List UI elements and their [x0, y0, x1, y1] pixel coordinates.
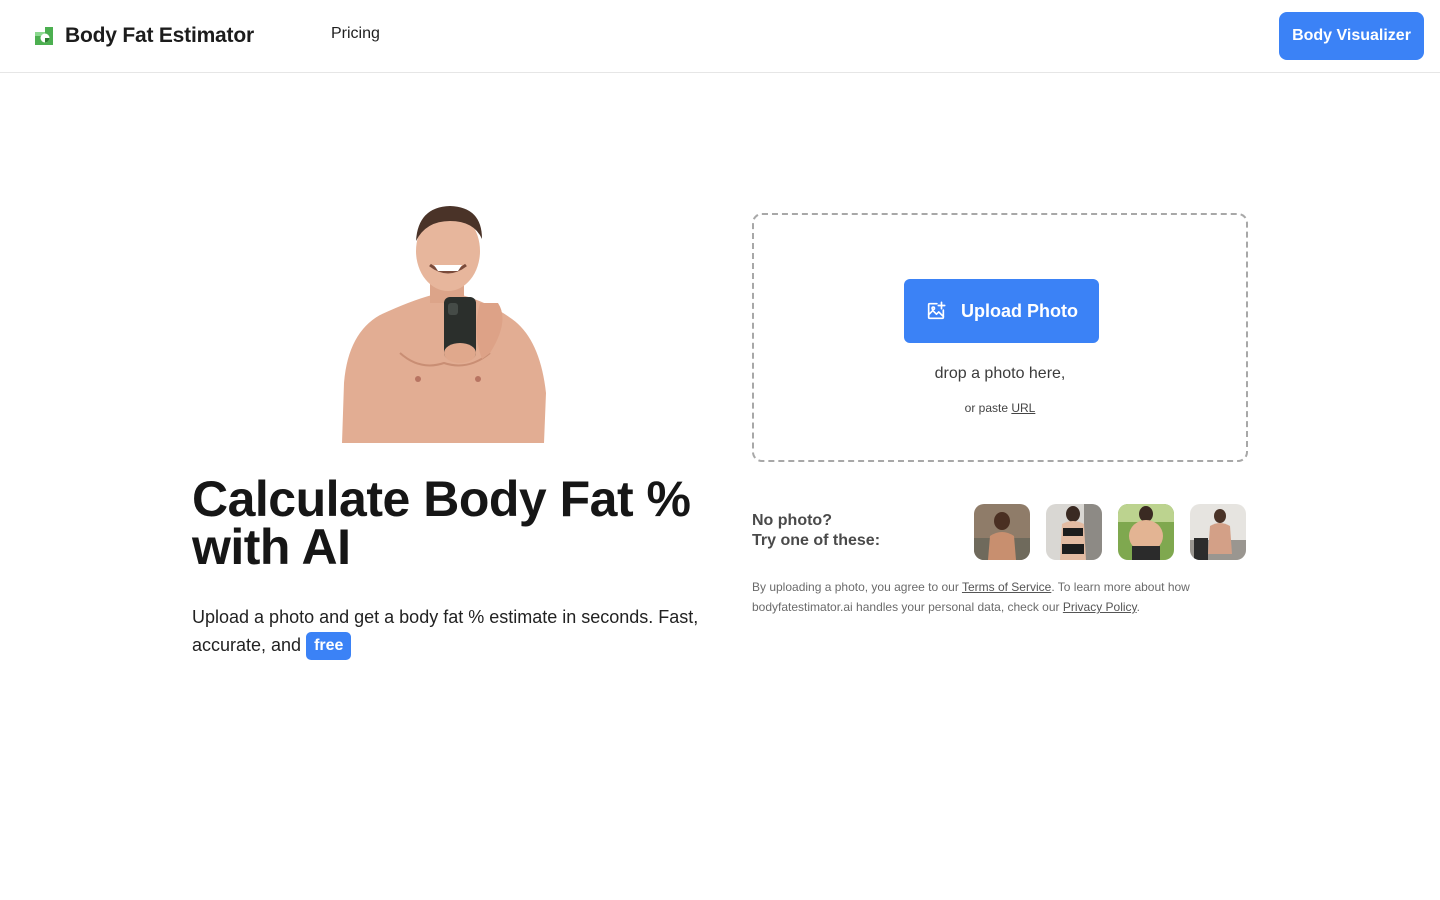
- sample-photo-1-image: [974, 504, 1030, 560]
- drop-instructions: drop a photo here,: [934, 365, 1066, 382]
- sample-photo-1[interactable]: [974, 504, 1030, 560]
- hero-illustration: [340, 203, 550, 443]
- upload-photo-button[interactable]: Upload Photo: [904, 279, 1099, 343]
- free-badge: free: [306, 632, 352, 661]
- photo-dropzone[interactable]: Upload Photo drop a photo here, or paste…: [752, 213, 1248, 462]
- hero-subtitle-text: Upload a photo and get a body fat % esti…: [192, 607, 699, 655]
- sample-label-line1: No photo?: [752, 512, 832, 529]
- privacy-policy-link[interactable]: Privacy Policy: [1063, 600, 1137, 614]
- hero-subtitle: Upload a photo and get a body fat % esti…: [192, 603, 712, 661]
- brand-name: Body Fat Estimator: [65, 24, 254, 47]
- hero-title: Calculate Body Fat % with AI: [192, 471, 691, 575]
- paste-url-link[interactable]: URL: [1011, 401, 1035, 415]
- top-navbar: Body Fat Estimator Pricing Body Visualiz…: [0, 0, 1440, 73]
- sample-photo-2-image: [1046, 504, 1102, 560]
- paste-url-row: or paste URL: [754, 401, 1246, 415]
- hero-person-image: [342, 206, 546, 443]
- sample-photo-4[interactable]: [1190, 504, 1246, 560]
- sample-label-line2: Try one of these:: [752, 532, 881, 549]
- sample-photo-3[interactable]: [1118, 504, 1174, 560]
- nav-link-pricing[interactable]: Pricing: [331, 25, 380, 43]
- brand-home-link[interactable]: Body Fat Estimator: [33, 22, 254, 50]
- brand-logo-icon: [33, 25, 55, 47]
- body-visualizer-button[interactable]: Body Visualizer: [1279, 12, 1424, 60]
- sample-photo-2[interactable]: [1046, 504, 1102, 560]
- upload-photo-label: Upload Photo: [961, 300, 1078, 321]
- sample-photo-4-image: [1190, 504, 1246, 560]
- terms-of-service-link[interactable]: Terms of Service: [962, 580, 1051, 594]
- legal-text-1: By uploading a photo, you agree to our: [752, 580, 959, 594]
- legal-notice: By uploading a photo, you agree to our T…: [752, 577, 1252, 617]
- sample-photo-3-image: [1118, 504, 1174, 560]
- image-upload-icon: [927, 301, 946, 320]
- paste-prefix: or paste: [964, 401, 1008, 415]
- legal-text-3: .: [1136, 600, 1141, 614]
- sample-photos-label: No photo? Try one of these:: [752, 511, 952, 551]
